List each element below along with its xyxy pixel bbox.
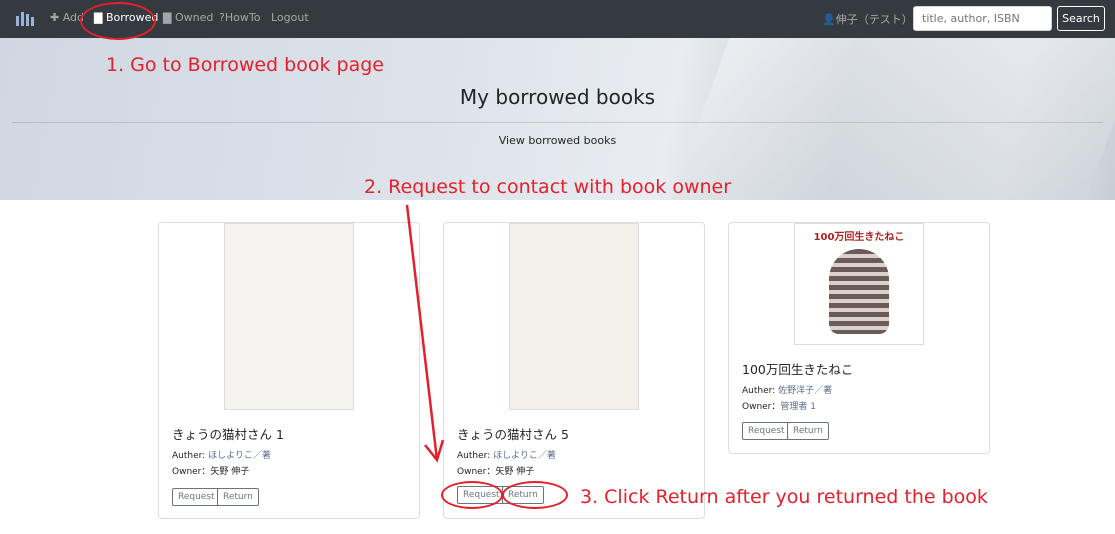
annotation-arrow [405,204,445,463]
arrow-icon [405,204,445,463]
